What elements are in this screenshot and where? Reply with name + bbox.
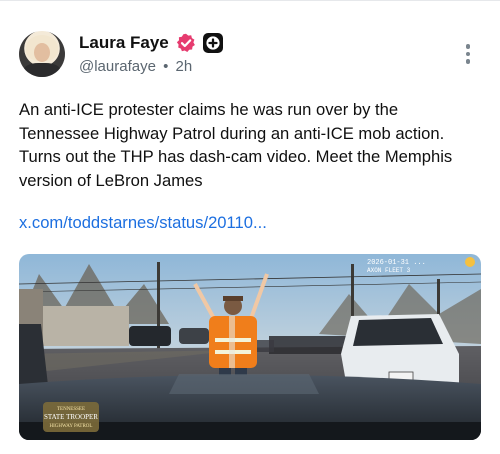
author-name[interactable]: Laura Faye: [79, 33, 169, 53]
author-meta: @laurafaye • 2h: [79, 58, 192, 75]
avatar[interactable]: [19, 31, 65, 77]
plus-badge-icon: [203, 33, 223, 53]
post-time[interactable]: 2h: [176, 58, 193, 75]
post-media-video-still[interactable]: 2026-01-31 ... AXON FLEET 3 TENNESSEE ST…: [19, 254, 481, 440]
video-timestamp: 2026-01-31 ...: [367, 259, 426, 267]
post-text: An anti-ICE protester claims he was run …: [19, 100, 453, 190]
svg-text:STATE TROOPER: STATE TROOPER: [44, 413, 98, 421]
svg-text:TENNESSEE: TENNESSEE: [57, 407, 85, 412]
author-handle[interactable]: @laurafaye: [79, 58, 156, 75]
post-card: Laura Faye @laurafaye • 2h An anti-ICE p…: [0, 0, 500, 454]
post-link[interactable]: x.com/toddstarnes/status/20110...: [19, 213, 267, 233]
video-unit-id: AXON FLEET 3: [367, 267, 411, 274]
more-vertical-icon[interactable]: [463, 44, 473, 68]
meta-separator: •: [163, 58, 169, 75]
state-trooper-seal: TENNESSEE STATE TROOPER HIGHWAY PATROL: [43, 402, 99, 432]
verified-badge-icon: [176, 33, 196, 53]
svg-text:HIGHWAY PATROL: HIGHWAY PATROL: [50, 424, 93, 429]
